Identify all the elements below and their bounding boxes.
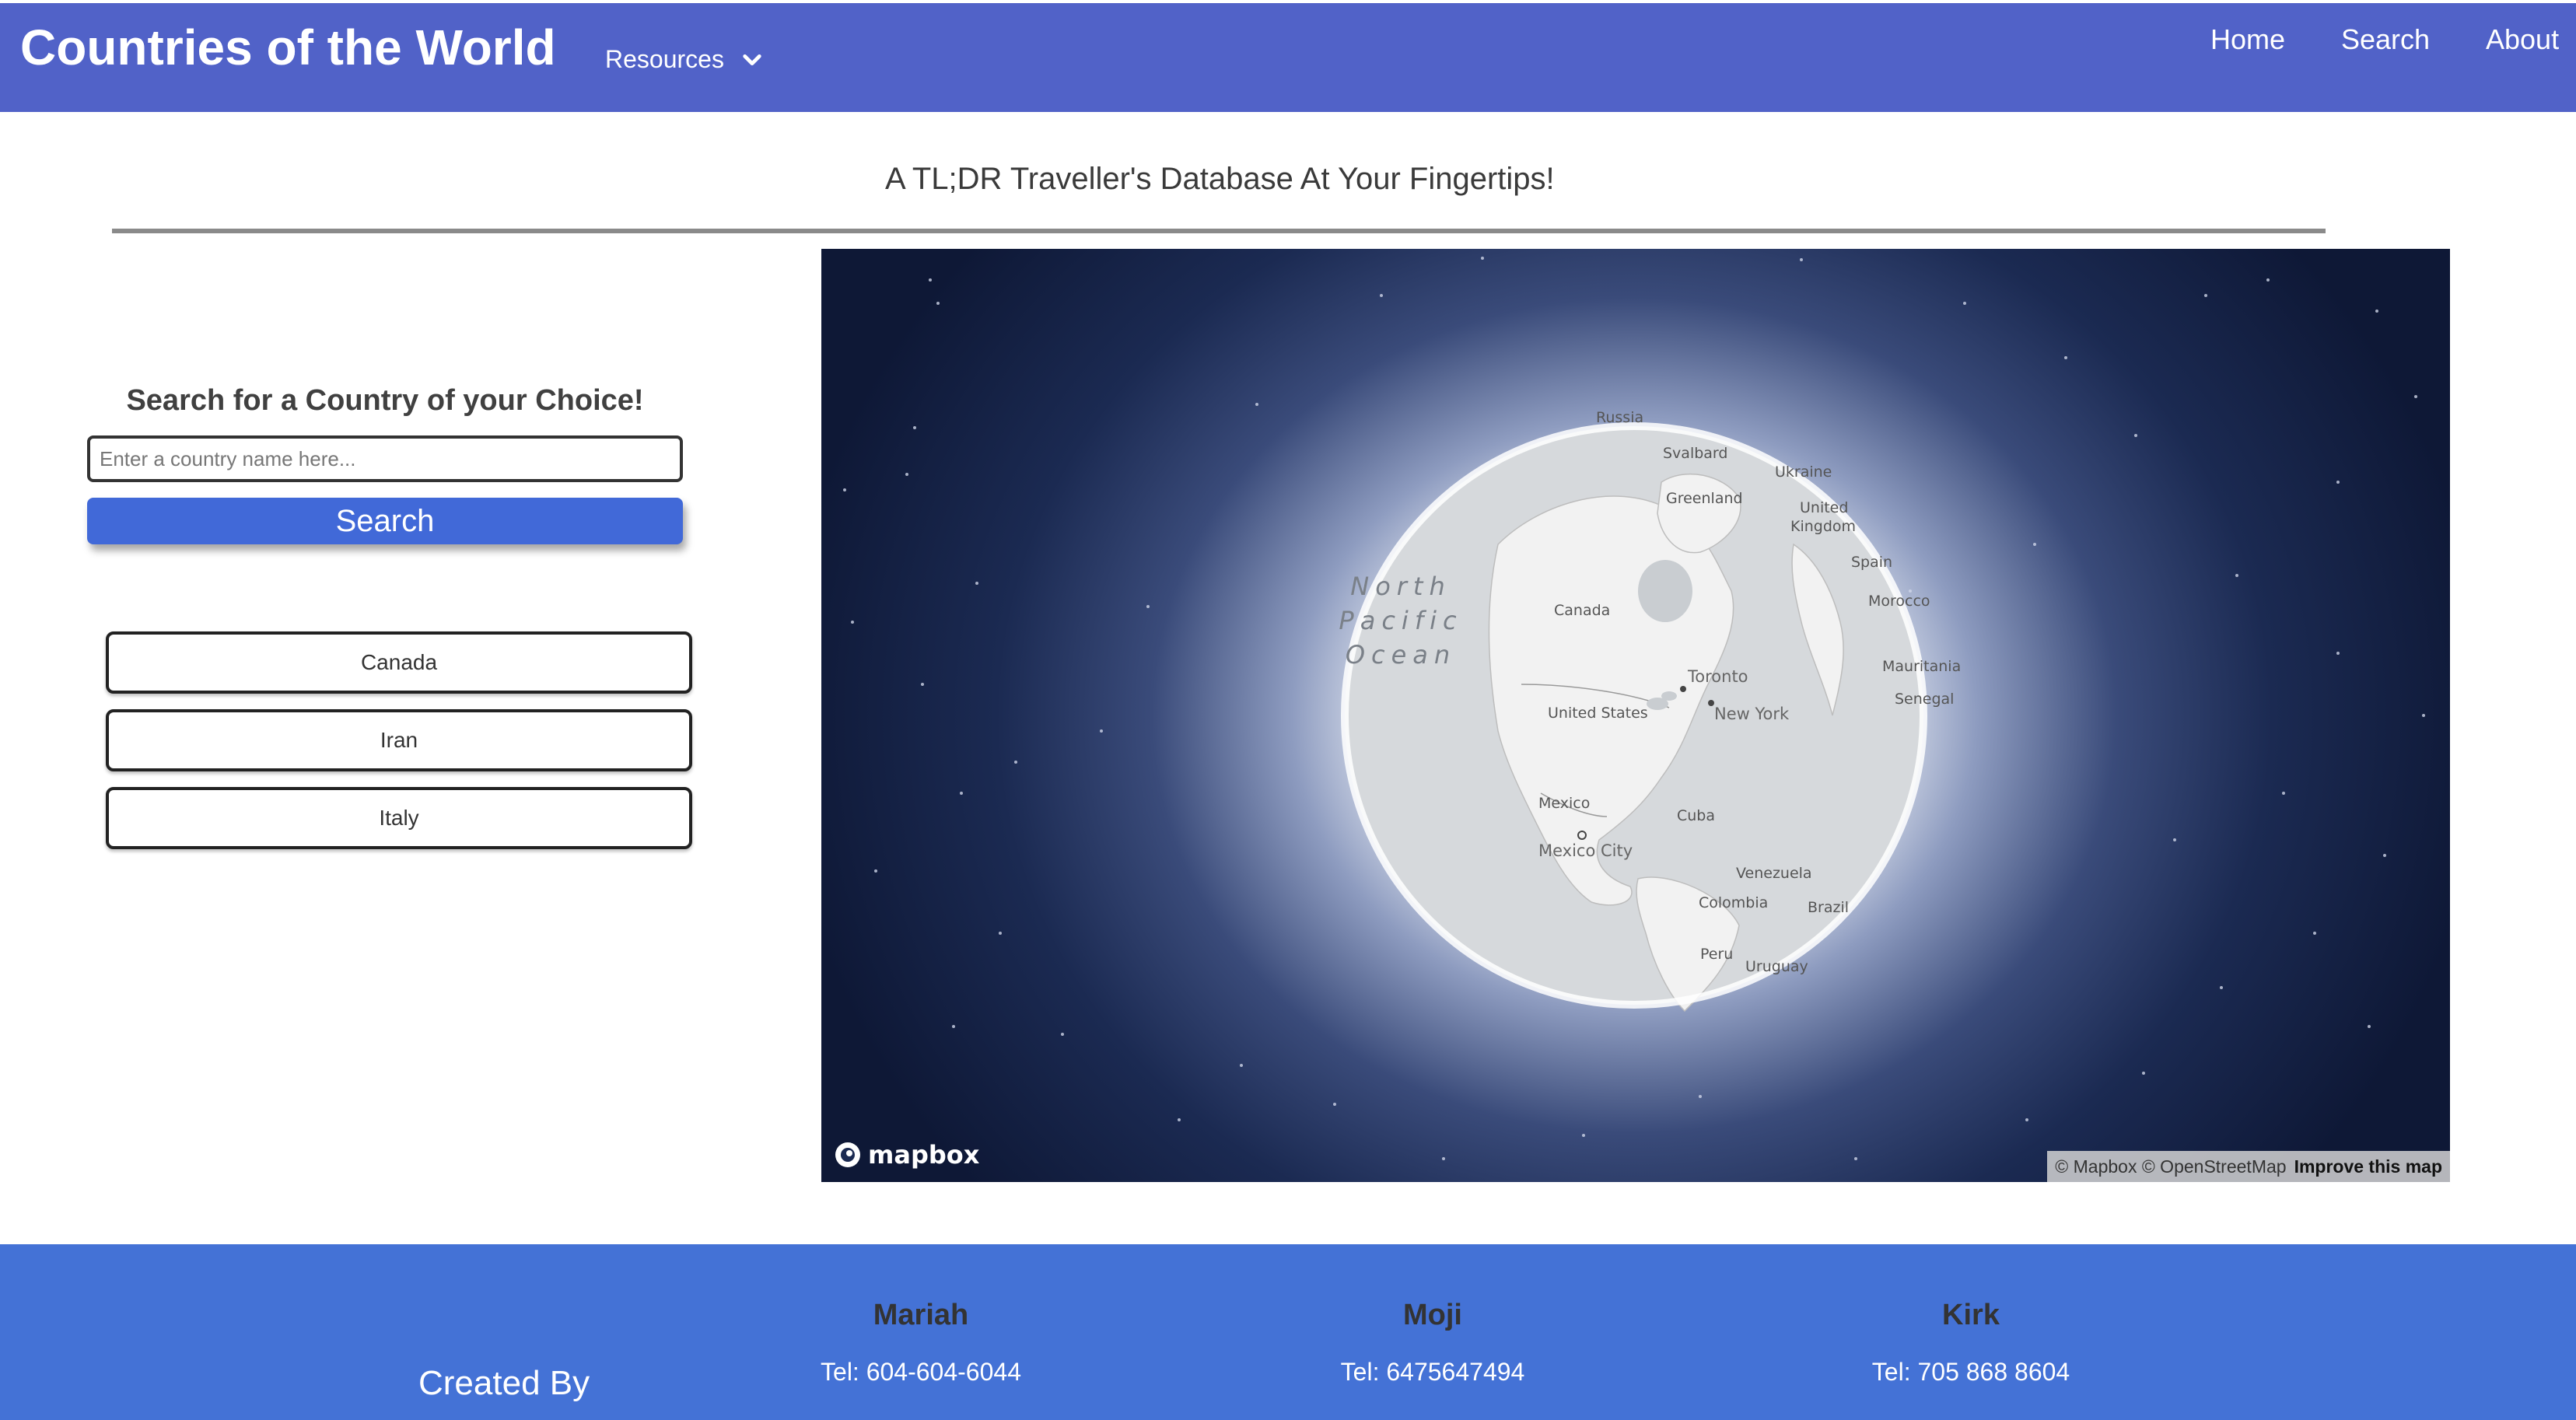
nav-search-link[interactable]: Search [2341, 23, 2430, 56]
ocean-label-line: Pacific [1339, 606, 1463, 635]
search-heading: Search for a Country of your Choice! [126, 384, 644, 417]
map-label-toronto: Toronto [1688, 667, 1748, 686]
navbar: Countries of the World Resources Home Se… [0, 3, 2576, 112]
member-tel: Tel: 6475647494 [1340, 1358, 1525, 1386]
member-name: Kirk [1942, 1299, 2000, 1331]
tagline: A TL;DR Traveller's Database At Your Fin… [885, 162, 1555, 196]
resources-dropdown[interactable]: Resources [605, 45, 763, 74]
mapbox-logo[interactable]: mapbox [834, 1140, 979, 1170]
improve-map-link[interactable]: Improve this map [2294, 1156, 2442, 1177]
map-label-greenland: Greenland [1666, 490, 1743, 507]
map-label-morocco: Morocco [1868, 593, 1930, 610]
ocean-label-line: Ocean [1345, 640, 1457, 670]
map-label-svalbard: Svalbard [1663, 445, 1728, 462]
member-name: Moji [1403, 1299, 1462, 1331]
map-label-cuba: Cuba [1677, 807, 1716, 824]
divider [112, 229, 2326, 233]
map-label-peru: Peru [1700, 946, 1734, 963]
map-label-united-states: United States [1548, 705, 1648, 722]
map-label-mexico: Mexico [1538, 795, 1591, 812]
map-label-mexico-city: Mexico City [1538, 841, 1633, 860]
country-button-iran[interactable]: Iran [106, 709, 692, 771]
search-button[interactable]: Search [87, 498, 683, 544]
nav-home-link[interactable]: Home [2210, 23, 2285, 56]
map-label-uk-line2: Kingdom [1790, 518, 1857, 535]
map-label-uruguay: Uruguay [1745, 958, 1808, 975]
map-label-spain: Spain [1851, 554, 1893, 571]
chevron-down-icon [743, 54, 761, 65]
map-label-senegal: Senegal [1895, 691, 1955, 708]
member-tel: Tel: 604-604-6044 [821, 1358, 1021, 1386]
map-label-colombia: Colombia [1699, 894, 1769, 911]
mapbox-logo-text: mapbox [868, 1140, 980, 1170]
map-label-venezuela: Venezuela [1736, 865, 1812, 882]
country-button-canada[interactable]: Canada [106, 631, 692, 694]
nav-about-link[interactable]: About [2486, 23, 2559, 56]
map-label-ukraine: Ukraine [1775, 463, 1832, 481]
site-title[interactable]: Countries of the World [20, 19, 556, 76]
member-name: Mariah [873, 1299, 969, 1331]
created-by-label: Created By [418, 1364, 590, 1402]
map-label-canada: Canada [1554, 602, 1611, 619]
map-label-russia: Russia [1596, 409, 1644, 426]
mapbox-icon [835, 1142, 860, 1167]
footer: Created By Mariah Tel: 604-604-6044 Moji… [0, 1244, 2576, 1420]
new-york-marker [1708, 700, 1714, 706]
toronto-marker [1680, 686, 1686, 692]
attribution-text[interactable]: © Mapbox © OpenStreetMap [2055, 1156, 2286, 1177]
map-label-uk-line1: United [1800, 499, 1849, 516]
ocean-label-line: North [1350, 572, 1451, 601]
map-attribution: © Mapbox © OpenStreetMap Improve this ma… [2047, 1151, 2450, 1182]
country-search-input[interactable] [87, 435, 683, 482]
map-label-new-york: New York [1714, 705, 1790, 723]
globe-map[interactable]: North Pacific Ocean Russia Svalbard Gree… [821, 249, 2450, 1182]
map-label-mauritania: Mauritania [1882, 658, 1962, 675]
member-tel: Tel: 705 868 8604 [1871, 1358, 2070, 1386]
map-label-brazil: Brazil [1808, 899, 1850, 916]
resources-label: Resources [605, 45, 724, 73]
country-button-italy[interactable]: Italy [106, 787, 692, 849]
ocean-label: North Pacific Ocean [1319, 569, 1482, 672]
